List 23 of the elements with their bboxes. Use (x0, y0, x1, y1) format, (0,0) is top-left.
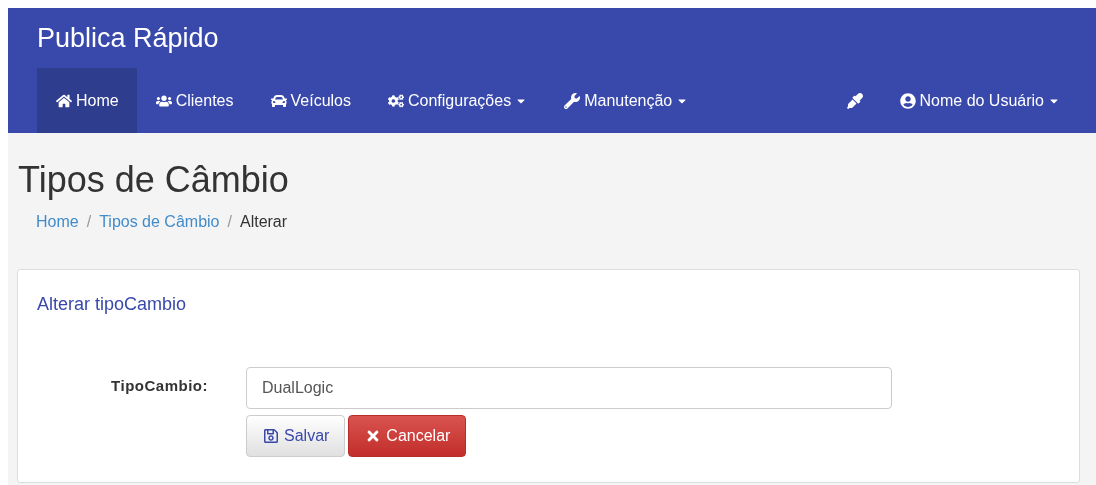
user-icon (899, 92, 916, 109)
user-menu[interactable]: Nome do Usuário (880, 68, 1096, 133)
home-icon (56, 92, 72, 109)
nav-item[interactable]: Configurações (369, 68, 546, 133)
wrench-icon (564, 92, 581, 109)
page-title: Tipos de Câmbio (18, 159, 290, 201)
nav-item[interactable]: Clientes (136, 68, 252, 133)
eyedropper-icon (846, 92, 863, 109)
cancel-button[interactable]: Cancelar (348, 415, 467, 457)
save-icon (263, 428, 279, 444)
gears-icon (388, 92, 404, 109)
nav-item[interactable]: Veículos (251, 68, 369, 133)
brand-title: Publica Rápido (37, 21, 220, 55)
input-field[interactable]: DualLogic (246, 367, 892, 409)
car-icon (270, 92, 287, 109)
breadcrumb-current: Alterar (239, 213, 288, 231)
nav-item[interactable]: Home (37, 68, 137, 133)
save-button[interactable]: Salvar (246, 415, 346, 457)
card-title: Alterar tipoCambio (37, 294, 188, 315)
breadcrumb-separator: / (86, 213, 92, 231)
field-label: TipoCambio: (110, 376, 208, 396)
breadcrumb-separator: / (227, 213, 232, 231)
nav-item[interactable]: Manutenção (545, 68, 707, 133)
